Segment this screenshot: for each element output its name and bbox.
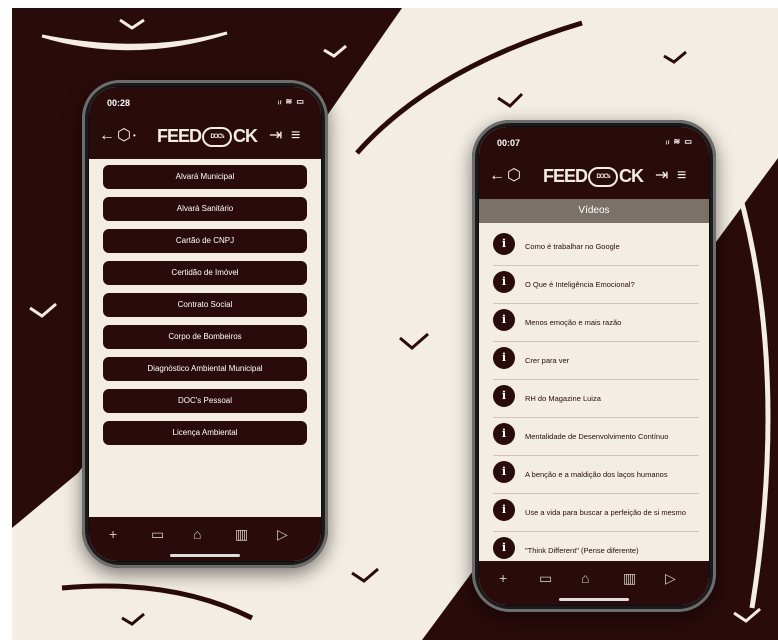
video-list-item[interactable]: i O Que é Inteligência Emocional? — [493, 265, 699, 304]
cube-icon[interactable]: ⬡ — [117, 126, 131, 146]
back-arrow-icon[interactable]: ← — [489, 166, 505, 186]
logo-badge: DOC's — [202, 127, 233, 148]
logo-text-right: CK — [619, 166, 644, 186]
info-icon: i — [493, 347, 515, 369]
document-item-button[interactable]: Licença Ambiental — [103, 421, 307, 445]
app-logo: FEED DOC's CK — [157, 125, 258, 148]
status-indicators: ᵢₗ ≋ ▭ — [277, 97, 305, 106]
chat-icon[interactable]: ▭ — [539, 570, 552, 587]
chat-icon[interactable]: ▭ — [151, 526, 164, 543]
status-time: 00:28 — [107, 98, 131, 108]
logo-text-left: FEED — [157, 126, 202, 146]
logout-icon[interactable]: ⇥ — [269, 126, 282, 146]
plus-icon[interactable]: + — [109, 526, 117, 542]
video-list-item[interactable]: i Use a vida para buscar a perfeição de s… — [493, 493, 699, 532]
document-item-button[interactable]: Certidão de Imóvel — [103, 261, 307, 285]
videos-screen: 00:07 ᵢₗ ≋ ▭ ← ⬡ FEED DOC's CK ⇥ ≡ Vídeos … — [479, 127, 709, 605]
cube-icon[interactable]: ⬡ — [507, 166, 521, 186]
video-title: Crer para ver — [525, 355, 570, 365]
logo-text-right: CK — [233, 126, 258, 146]
info-icon: i — [493, 233, 515, 255]
menu-icon[interactable]: ≡ — [291, 126, 300, 146]
video-title: Mentalidade de Desenvolvimento Contínuo — [525, 431, 669, 441]
phone-documents: 00:28 ᵢₗ ≋ ▭ ← ⬡ • FEED DOC's CK ⇥ ≡ Alvar… — [82, 80, 328, 568]
phone-videos: 00:07 ᵢₗ ≋ ▭ ← ⬡ FEED DOC's CK ⇥ ≡ Vídeos … — [472, 120, 716, 612]
home-indicator — [559, 598, 629, 601]
document-item-button[interactable]: Cartão de CNPJ — [103, 229, 307, 253]
app-topbar: ← ⬡ • FEED DOC's CK ⇥ ≡ — [89, 115, 321, 159]
book-icon[interactable]: ▥ — [623, 570, 636, 587]
status-bar: 00:28 ᵢₗ ≋ ▭ — [89, 87, 321, 115]
documents-screen: 00:28 ᵢₗ ≋ ▭ ← ⬡ • FEED DOC's CK ⇥ ≡ Alvar… — [89, 87, 321, 561]
status-indicators: ᵢₗ ≋ ▭ — [665, 137, 693, 146]
play-icon[interactable]: ▷ — [277, 526, 288, 543]
bottom-nav: + ▭ ⌂ ▥ ▷ — [89, 517, 321, 561]
home-icon[interactable]: ⌂ — [581, 570, 589, 586]
info-icon: i — [493, 271, 515, 293]
book-icon[interactable]: ▥ — [235, 526, 248, 543]
app-logo: FEED DOC's CK — [543, 165, 644, 188]
app-topbar: ← ⬡ FEED DOC's CK ⇥ ≡ — [479, 155, 709, 199]
video-title: Como é trabalhar no Google — [525, 241, 620, 251]
document-item-button[interactable]: Diagnóstico Ambiental Municipal — [103, 357, 307, 381]
info-icon: i — [493, 499, 515, 521]
video-title: RH do Magazine Luiza — [525, 393, 601, 403]
document-item-button[interactable]: Contrato Social — [103, 293, 307, 317]
info-icon: i — [493, 385, 515, 407]
video-list-item[interactable]: i Menos emoção e mais razão — [493, 303, 699, 342]
logo-text-left: FEED — [543, 166, 588, 186]
play-icon[interactable]: ▷ — [665, 570, 676, 587]
video-list-item[interactable]: i RH do Magazine Luiza — [493, 379, 699, 418]
menu-icon[interactable]: ≡ — [677, 166, 686, 186]
plus-icon[interactable]: + — [499, 570, 507, 586]
status-time: 00:07 — [497, 138, 521, 148]
info-icon: i — [493, 461, 515, 483]
document-item-button[interactable]: Alvará Sanitário — [103, 197, 307, 221]
status-bar: 00:07 ᵢₗ ≋ ▭ — [479, 127, 709, 155]
back-arrow-icon[interactable]: ← — [99, 126, 115, 146]
video-title: Menos emoção e mais razão — [525, 317, 622, 327]
dropdown-caret-icon[interactable]: • — [133, 126, 136, 146]
video-list-item[interactable]: i Como é trabalhar no Google — [493, 227, 699, 266]
video-title: A benção e a maldição dos laços humanos — [525, 469, 668, 479]
document-item-button[interactable]: Alvará Municipal — [103, 165, 307, 189]
video-list-item[interactable]: i Mentalidade de Desenvolvimento Contínuo — [493, 417, 699, 456]
logo-badge: DOC's — [588, 167, 619, 188]
info-icon: i — [493, 537, 515, 559]
document-item-button[interactable]: DOC's Pessoal — [103, 389, 307, 413]
video-list-item[interactable]: i A benção e a maldição dos laços humanos — [493, 455, 699, 494]
home-indicator — [170, 554, 240, 557]
video-title: O Que é Inteligência Emocional? — [525, 279, 635, 289]
home-icon[interactable]: ⌂ — [193, 526, 201, 542]
video-title: Use a vida para buscar a perfeição de si… — [525, 507, 686, 517]
document-item-button[interactable]: Corpo de Bombeiros — [103, 325, 307, 349]
info-icon: i — [493, 423, 515, 445]
info-icon: i — [493, 309, 515, 331]
video-list-item[interactable]: i Crer para ver — [493, 341, 699, 380]
logout-icon[interactable]: ⇥ — [655, 166, 668, 186]
bottom-nav: + ▭ ⌂ ▥ ▷ — [479, 561, 709, 605]
section-title: Vídeos — [479, 199, 709, 223]
